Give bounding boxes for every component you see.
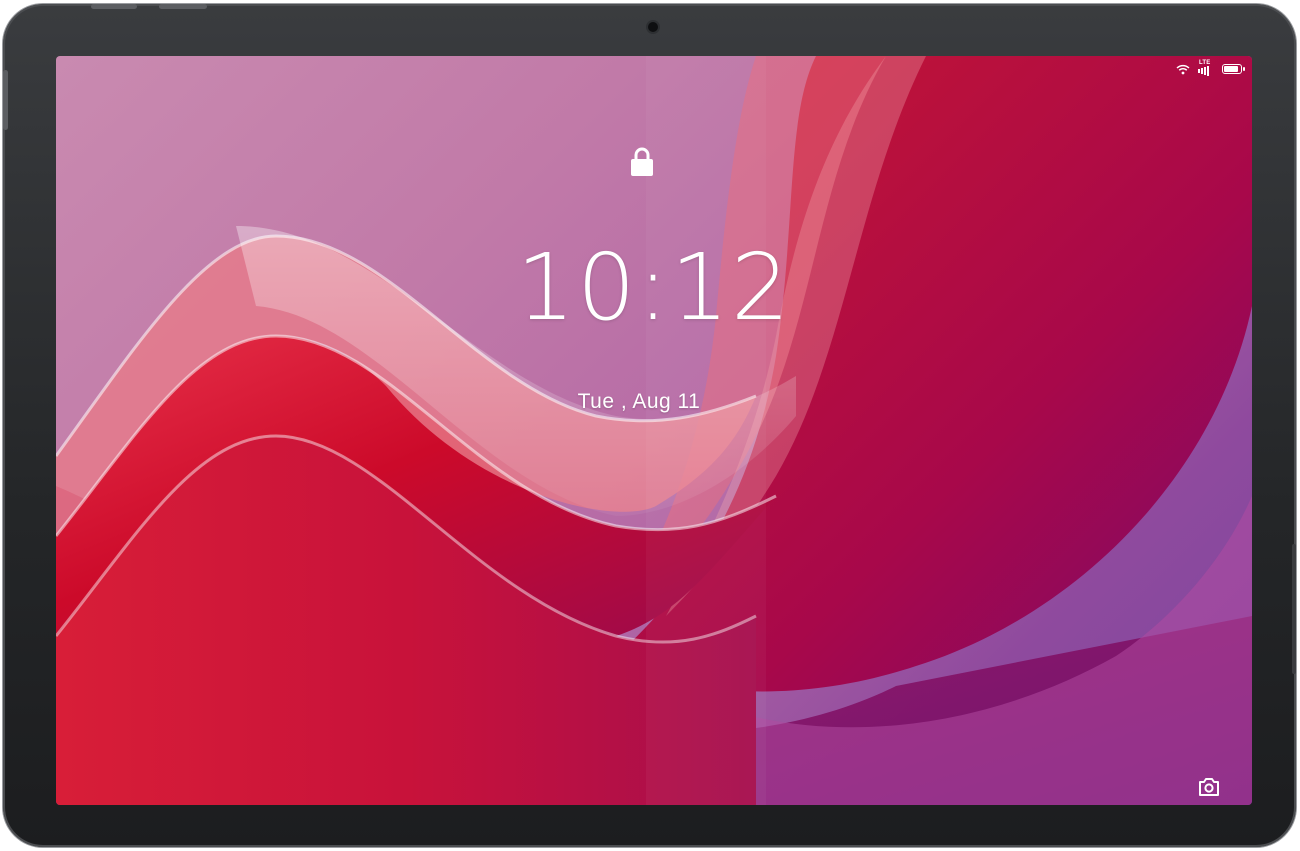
power-button xyxy=(159,4,207,9)
battery-icon xyxy=(1222,64,1245,74)
lte-signal-icon: LTE xyxy=(1196,60,1216,77)
wifi-icon xyxy=(1176,64,1190,75)
volume-button xyxy=(91,4,137,9)
side-grille xyxy=(1292,544,1296,674)
tablet-device: LTE 10:12 Tue , Aug 11 xyxy=(3,4,1296,847)
lock-screen[interactable]: LTE 10:12 Tue , Aug 11 xyxy=(56,56,1252,805)
status-bar: LTE xyxy=(1176,60,1245,77)
lock-screen-date: Tue , Aug 11 xyxy=(577,390,701,413)
front-camera xyxy=(648,22,658,32)
camera-icon[interactable] xyxy=(1198,777,1220,797)
lock-icon xyxy=(631,147,653,176)
side-port xyxy=(3,70,8,130)
lock-screen-clock: 10:12 xyxy=(516,234,792,341)
